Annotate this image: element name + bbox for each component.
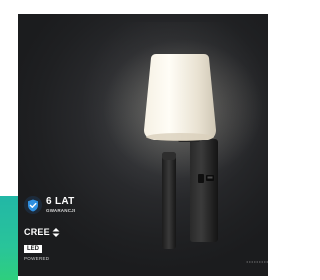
warranty-badge: 6 LAT GWARANCJI bbox=[24, 196, 75, 214]
warranty-years: 6 LAT bbox=[46, 195, 75, 207]
cree-led-label: LED bbox=[24, 245, 42, 253]
wall-plate bbox=[190, 139, 218, 242]
cree-powered-label: POWERED bbox=[24, 256, 50, 261]
switch-icon bbox=[198, 174, 204, 183]
decorative-dots bbox=[246, 261, 268, 263]
warranty-label: GWARANCJI bbox=[46, 207, 76, 213]
lamp-arm bbox=[162, 152, 176, 249]
accent-strip bbox=[0, 196, 18, 280]
cree-led-logo: CREE LED POWERED bbox=[24, 228, 64, 262]
shield-check-icon bbox=[24, 196, 42, 214]
cree-brand: CREE bbox=[24, 227, 50, 237]
cree-arrows-icon bbox=[52, 228, 60, 237]
lamp-shade bbox=[144, 54, 216, 140]
product-image-frame: 6 LAT GWARANCJI CREE LED POWERED bbox=[0, 0, 273, 280]
